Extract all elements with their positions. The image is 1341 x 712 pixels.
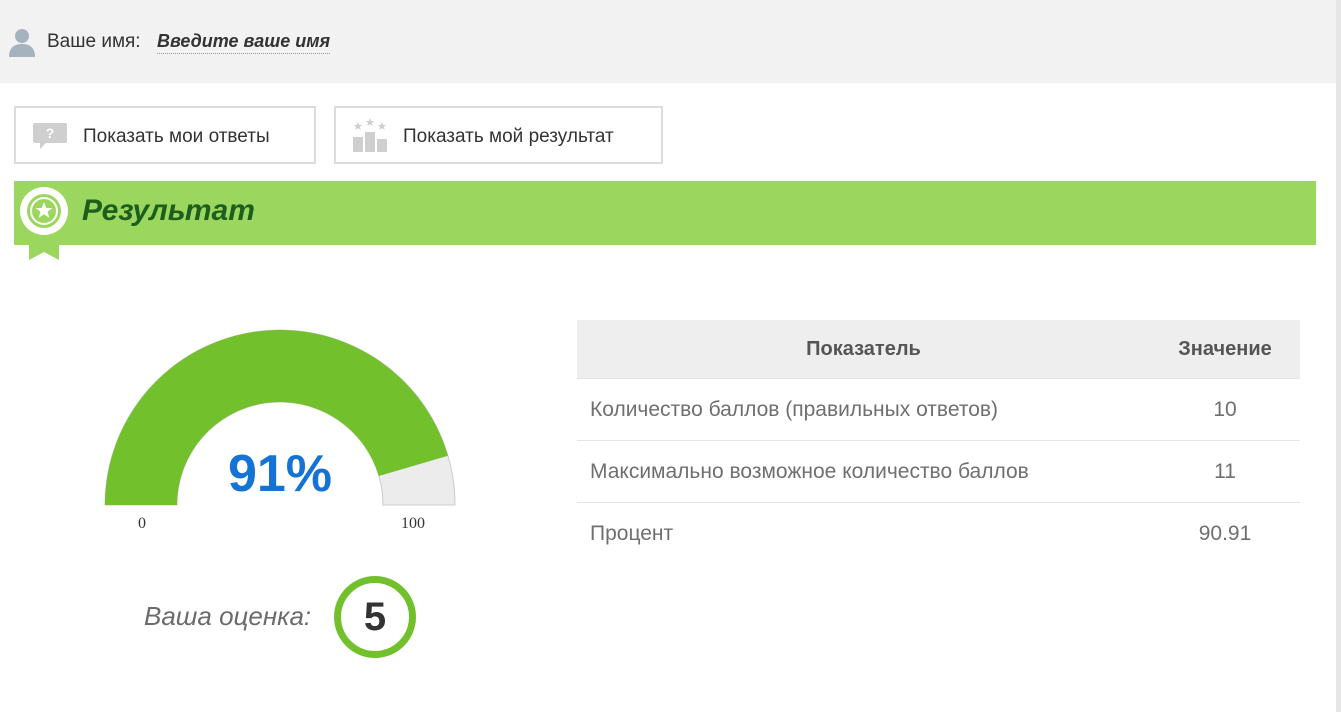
table-cell-value: 90.91	[1150, 502, 1300, 564]
name-label: Ваше имя:	[47, 31, 141, 52]
show-result-label: Показать мой результат	[403, 126, 614, 147]
table-cell-indicator: Процент	[577, 502, 1150, 564]
table-header-row: Показатель Значение	[577, 320, 1300, 379]
user-icon	[9, 29, 35, 57]
gauge-value: 91%	[227, 445, 333, 503]
table-row: Количество баллов (правильных ответов) 1…	[577, 378, 1300, 441]
grade-label: Ваша оценка:	[144, 601, 312, 631]
table-cell-value: 11	[1150, 440, 1300, 503]
column-header-value: Значение	[1150, 320, 1300, 379]
award-badge-icon	[20, 187, 68, 260]
show-answers-button[interactable]: ? Показать мои ответы	[14, 106, 316, 164]
show-answers-label: Показать мои ответы	[83, 126, 270, 147]
name-input[interactable]: Введите ваше имя	[157, 31, 331, 54]
podium-stars-icon	[353, 118, 387, 152]
score-gauge	[104, 329, 456, 506]
results-table: Показатель Значение Количество баллов (п…	[577, 320, 1300, 564]
table-cell-indicator: Количество баллов (правильных ответов)	[577, 378, 1150, 441]
gauge-min-label: 0	[138, 515, 146, 532]
table-cell-value: 10	[1150, 378, 1300, 441]
question-bubble-icon: ?	[33, 123, 67, 149]
top-bar: Ваше имя: Введите ваше имя	[0, 0, 1336, 83]
svg-text:?: ?	[46, 125, 55, 141]
column-header-indicator: Показатель	[577, 320, 1150, 379]
scrollbar[interactable]	[1336, 0, 1341, 712]
show-result-button[interactable]: Показать мой результат	[334, 106, 663, 164]
table-row: Максимально возможное количество баллов …	[577, 440, 1300, 503]
table-cell-indicator: Максимально возможное количество баллов	[577, 440, 1150, 503]
table-row: Процент 90.91	[577, 502, 1300, 564]
gauge-max-label: 100	[401, 515, 425, 532]
result-title: Результат	[82, 194, 255, 227]
grade-badge: 5	[334, 576, 416, 658]
